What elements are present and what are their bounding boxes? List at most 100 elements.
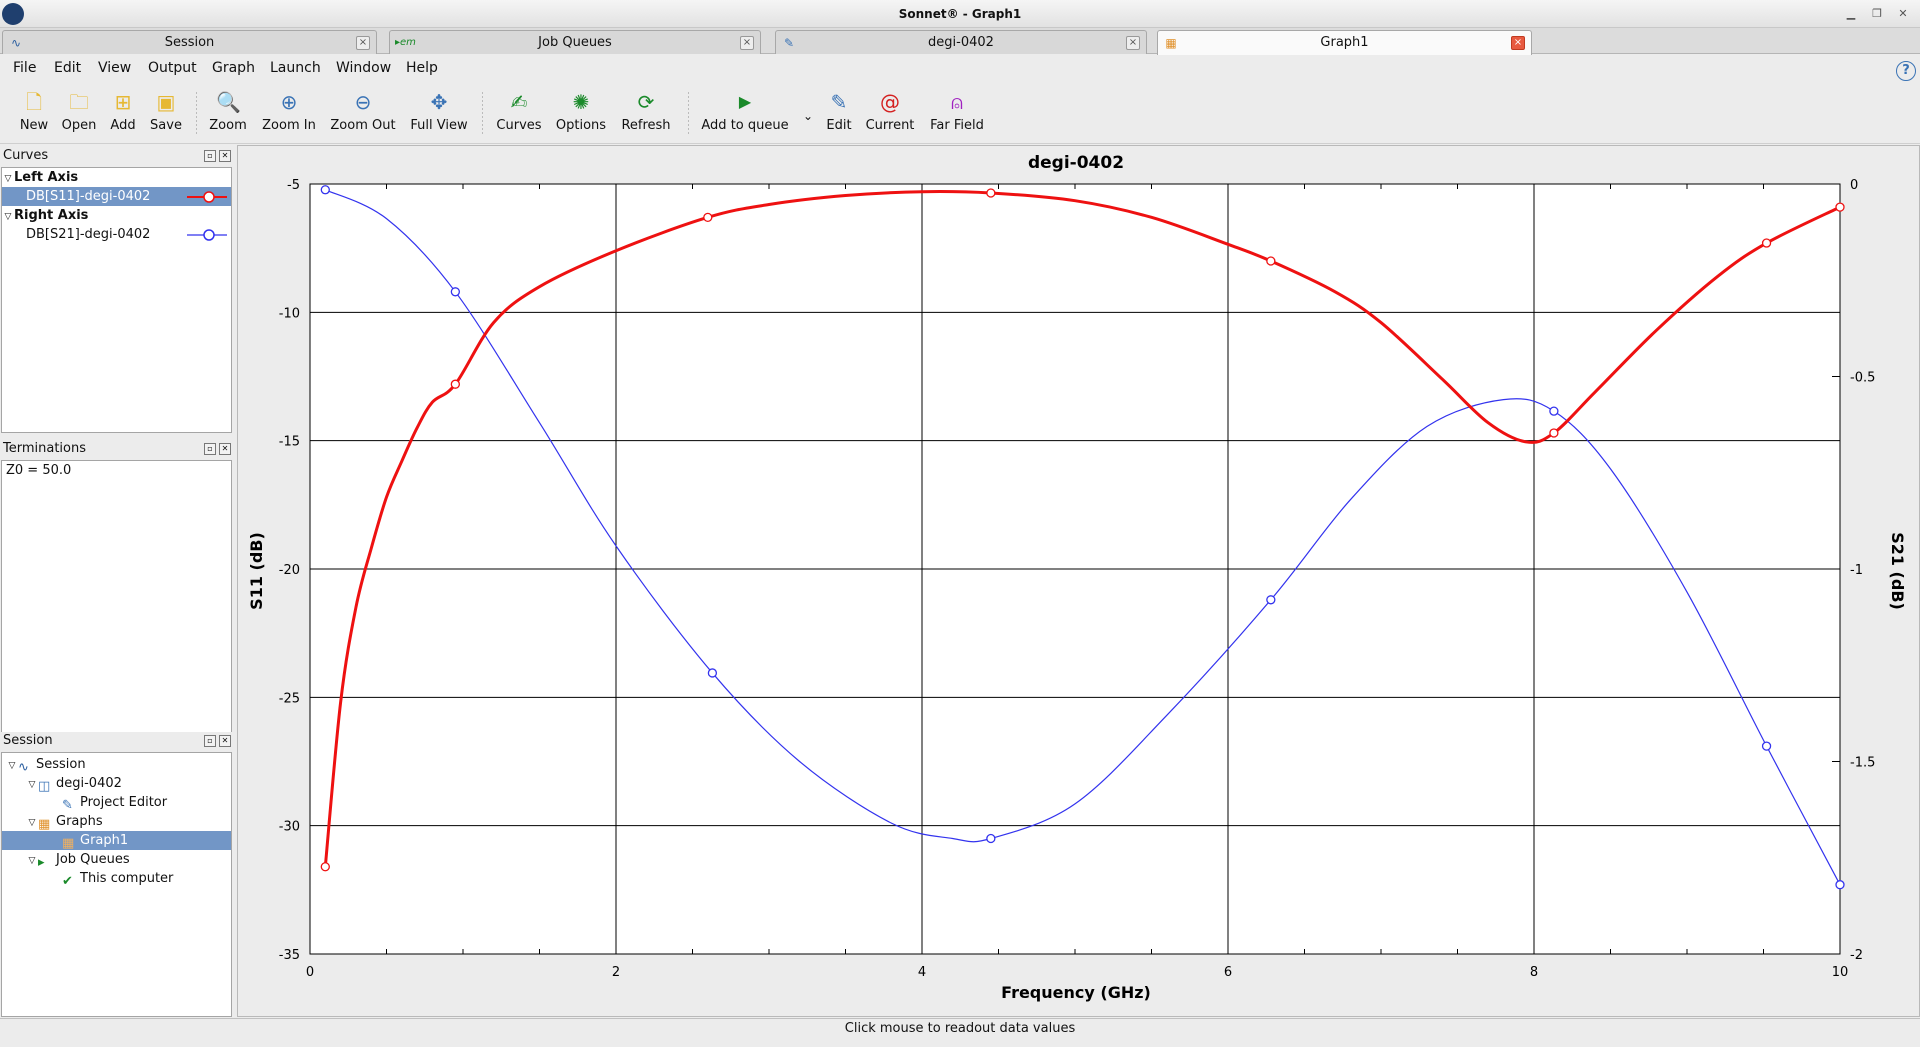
edit-button-label: Edit <box>826 118 852 133</box>
project-degi-0402[interactable]: ▽ ◫ degi-0402 <box>2 774 231 794</box>
editor-icon: ✎ <box>62 797 73 813</box>
session-panel-header: Session ▫ ✕ <box>0 732 233 750</box>
curve-item-s21[interactable]: DB[S21]-degi-0402 <box>2 225 231 244</box>
float-panel-icon[interactable]: ▫ <box>204 150 216 162</box>
job-queues-group[interactable]: ▽ ▸ Job Queues <box>2 850 231 870</box>
right-axis-group[interactable]: ▽ Right Axis <box>2 206 231 225</box>
em-icon: ▸ <box>38 854 45 870</box>
current-spiral-icon: @ <box>880 90 900 114</box>
menu-graph[interactable]: Graph <box>212 60 255 76</box>
close-tab-icon[interactable]: × <box>1511 36 1525 50</box>
data-point-s21 <box>1549 406 1559 416</box>
options-gear-icon: ✺ <box>572 90 590 114</box>
new-button[interactable]: 🗋 New <box>14 90 54 140</box>
curve-s11-label: DB[S11]-degi-0402 <box>26 189 151 204</box>
data-point-s21 <box>1761 741 1772 751</box>
x-tick-label: 6 <box>1224 965 1232 980</box>
data-point-s11 <box>1761 238 1772 248</box>
open-button[interactable]: 🗀 Open <box>58 90 100 140</box>
s-parameter-chart[interactable]: degi-0402 0 2 4 6 8 10 -5 -10 -15 -20 -25 -30 -35 0 -0… <box>238 146 1920 1018</box>
x-tick-label: 8 <box>1530 965 1538 980</box>
data-point-s11 <box>703 212 713 223</box>
full-view-button[interactable]: ✥ Full View <box>406 90 472 140</box>
s21-legend-swatch <box>187 229 227 241</box>
menu-edit[interactable]: Edit <box>54 60 81 76</box>
close-window-icon[interactable]: ✕ <box>1894 6 1912 22</box>
menu-view[interactable]: View <box>98 60 131 76</box>
edit-button[interactable]: ✎ Edit <box>822 90 856 140</box>
graph-area[interactable]: degi-0402 0 2 4 6 8 10 -5 -10 -15 -20 -25 -30 -35 0 -0… <box>237 145 1920 1017</box>
close-tab-icon[interactable]: × <box>740 36 754 50</box>
y-left-tick-label: -30 <box>279 820 300 835</box>
curve-item-s11[interactable]: DB[S11]-degi-0402 <box>2 187 231 206</box>
curves-icon: ✍ <box>510 90 528 114</box>
help-icon[interactable]: ? <box>1896 61 1916 81</box>
open-folder-icon: 🗀 <box>69 90 89 114</box>
job-queues-label: Job Queues <box>56 852 130 867</box>
data-point-s11 <box>450 379 461 389</box>
zoom-out-button-label: Zoom Out <box>330 118 396 133</box>
data-point-s21 <box>1266 595 1276 605</box>
menu-window[interactable]: Window <box>336 60 391 76</box>
curves-button[interactable]: ✍ Curves <box>492 90 546 140</box>
tab-session[interactable]: ∿ Session × <box>2 30 377 54</box>
far-field-button[interactable]: ⍝ Far Field <box>924 90 990 140</box>
save-button-label: Save <box>150 118 182 133</box>
menu-output[interactable]: Output <box>148 60 197 76</box>
graph-icon: ▦ <box>62 835 75 851</box>
zoom-in-icon: ⊕ <box>280 90 298 114</box>
close-tab-icon[interactable]: × <box>356 36 370 50</box>
y-left-tick-label: -20 <box>279 563 300 578</box>
session-icon: ∿ <box>18 759 29 775</box>
save-button[interactable]: ▣ Save <box>146 90 186 140</box>
tab-degi-0402[interactable]: ✎ degi-0402 × <box>775 30 1147 54</box>
y-right-tick-label: -1 <box>1850 563 1863 578</box>
session-panel: Session ▫ ✕ ▽ ∿ Session ▽ ◫ degi-0402 ✎ Projec… <box>0 732 233 1017</box>
s11-legend-swatch <box>187 191 227 203</box>
float-panel-icon[interactable]: ▫ <box>204 735 216 747</box>
float-panel-icon[interactable]: ▫ <box>204 443 216 455</box>
refresh-button[interactable]: ⟳ Refresh <box>616 90 676 140</box>
edit-project-icon: ✎ <box>830 90 848 114</box>
z0-value: Z0 = 50.0 <box>6 463 72 478</box>
right-axis-label: Right Axis <box>14 208 89 223</box>
tab-graph1[interactable]: ▦ Graph1 × <box>1157 30 1532 55</box>
tab-graph1-label: Graph1 <box>1320 35 1369 50</box>
add-to-queue-button[interactable]: ▶ Add to queue <box>698 90 792 140</box>
zoom-out-button[interactable]: ⊖ Zoom Out <box>326 90 400 140</box>
close-panel-icon[interactable]: ✕ <box>219 735 231 747</box>
add-button[interactable]: ⊞ Add <box>104 90 142 140</box>
far-field-button-label: Far Field <box>930 118 984 133</box>
refresh-icon: ⟳ <box>637 90 655 114</box>
zoom-in-button[interactable]: ⊕ Zoom In <box>258 90 320 140</box>
this-computer-item[interactable]: ✔ This computer <box>2 869 231 889</box>
restore-icon[interactable]: ❐ <box>1868 6 1886 22</box>
close-tab-icon[interactable]: × <box>1126 36 1140 50</box>
curves-panel-title: Curves <box>3 148 49 163</box>
y-right-tick-label: 0 <box>1850 178 1858 193</box>
graphs-group[interactable]: ▽ ▦ Graphs <box>2 812 231 832</box>
minimize-icon[interactable]: ▁ <box>1842 6 1860 22</box>
zoom-button[interactable]: 🔍 Zoom <box>206 90 250 140</box>
x-axis-label: Frequency (GHz) <box>1001 983 1151 1002</box>
project-editor-item[interactable]: ✎ Project Editor <box>2 793 231 813</box>
graph1-item[interactable]: ▦ Graph1 <box>2 831 231 851</box>
menu-launch[interactable]: Launch <box>270 60 321 76</box>
y-left-tick-label: -5 <box>287 178 300 193</box>
menu-file[interactable]: File <box>13 60 36 76</box>
session-root[interactable]: ▽ ∿ Session <box>2 755 231 775</box>
project-editor-label: Project Editor <box>80 795 168 810</box>
current-button-label: Current <box>865 118 915 133</box>
close-panel-icon[interactable]: ✕ <box>219 150 231 162</box>
tab-job-queues[interactable]: ▸em Job Queues × <box>389 30 761 54</box>
close-panel-icon[interactable]: ✕ <box>219 443 231 455</box>
check-circle-icon: ✔ <box>62 873 73 889</box>
current-button[interactable]: @ Current <box>862 90 918 140</box>
options-button[interactable]: ✺ Options <box>550 90 612 140</box>
left-axis-group[interactable]: ▽ Left Axis <box>2 168 231 187</box>
menu-help[interactable]: Help <box>406 60 438 76</box>
data-point-s21 <box>320 185 330 195</box>
project-icon: ◫ <box>38 778 51 794</box>
y-left-tick-label: -10 <box>279 306 300 321</box>
curves-tree: ▽ Left Axis DB[S11]-degi-0402 ▽ Right Axis… <box>1 167 232 433</box>
